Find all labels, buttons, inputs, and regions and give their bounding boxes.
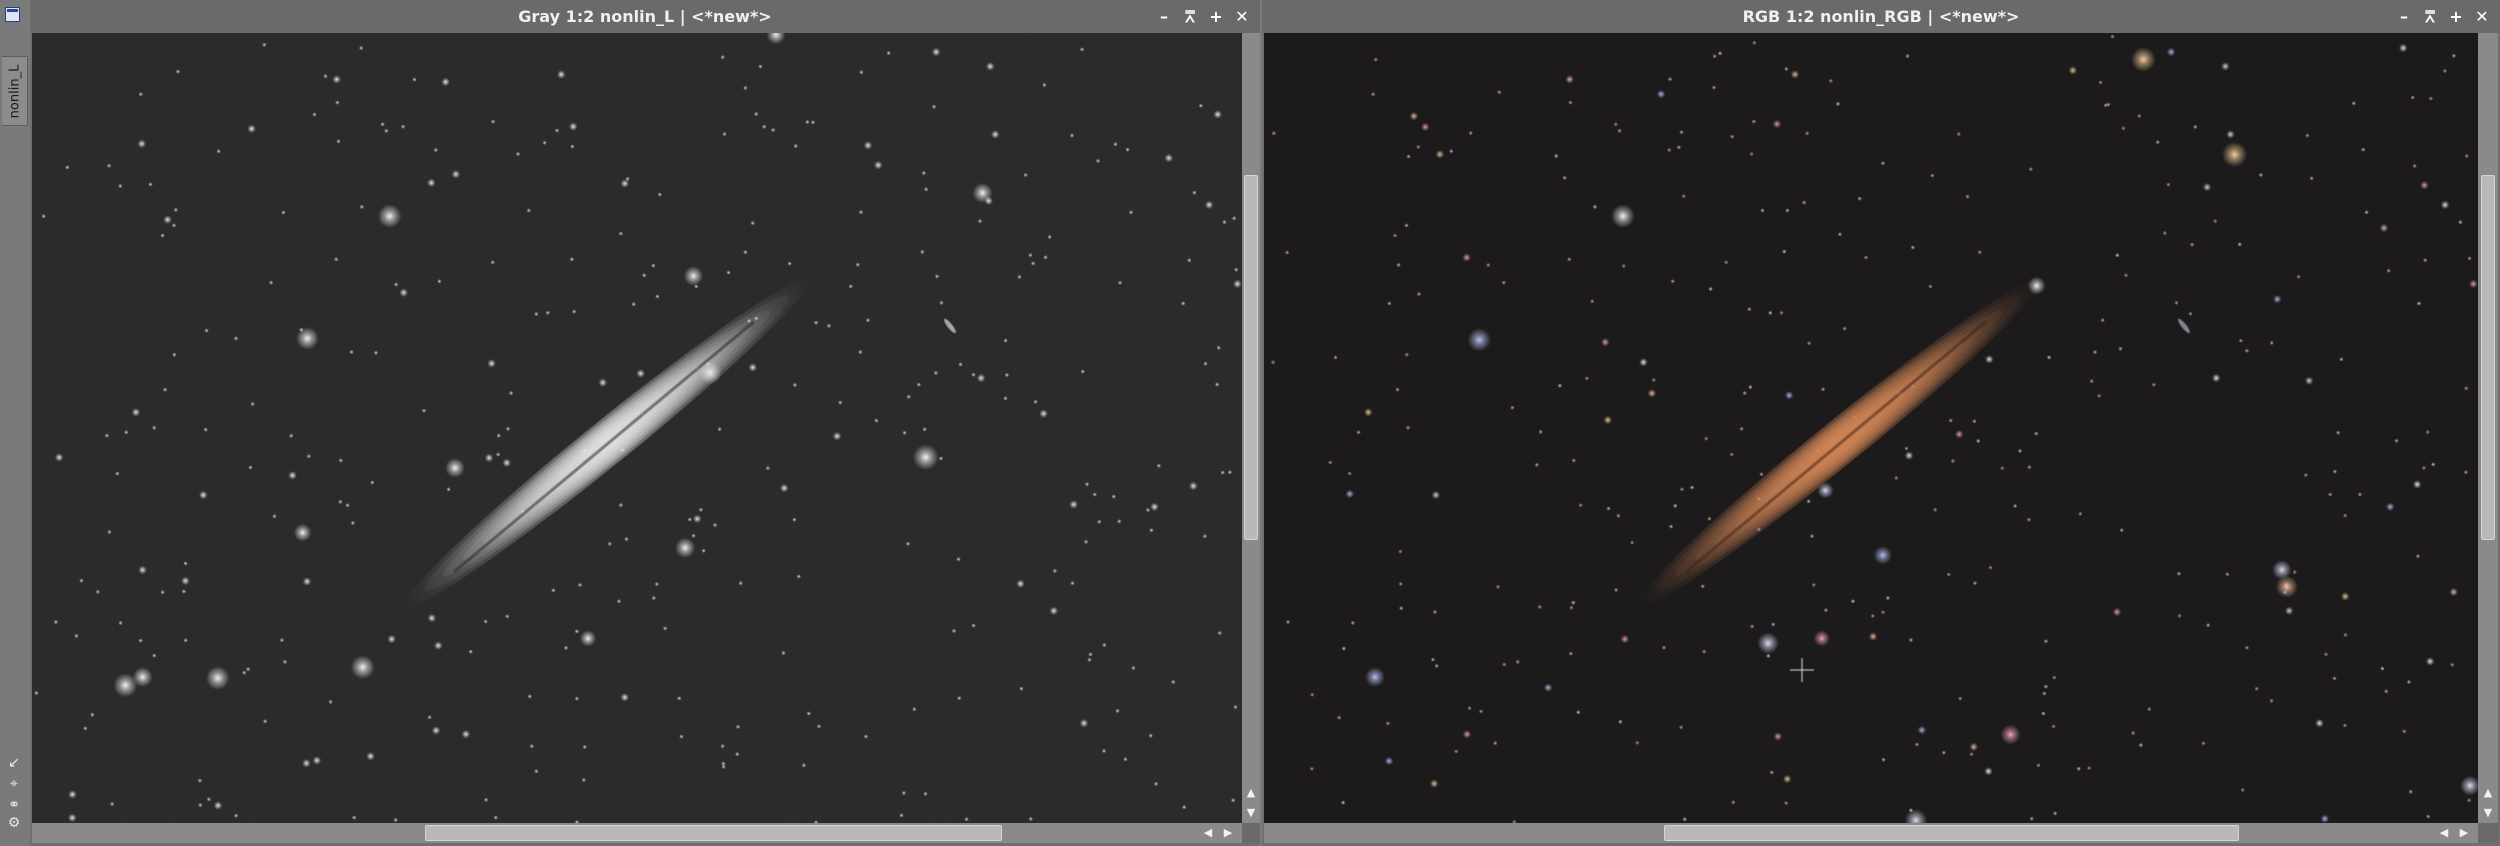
maximize-button[interactable]: + [1206,7,1226,27]
vertical-scroll-thumb[interactable] [2481,175,2495,540]
scroll-left-arrow[interactable]: ◀ [2436,825,2452,841]
scroll-down-arrow[interactable]: ▼ [1243,805,1259,821]
window-titlebar[interactable]: RGB 1:2 nonlin_RGB | <*new*> [1262,0,2500,33]
window-titlebar[interactable]: Gray 1:2 nonlin_L | <*new*> [30,0,1260,33]
shade-button[interactable]: ⩞ [1180,7,1200,27]
image-window-gray: Gray 1:2 nonlin_L | <*new*> – ⩞ + ✕ ▲ ▼ … [30,0,1260,846]
scroll-up-arrow[interactable]: ▲ [2480,785,2496,801]
scroll-left-arrow[interactable]: ◀ [1200,825,1216,841]
horizontal-scroll-thumb[interactable] [425,825,1002,841]
window-title: RGB 1:2 nonlin_RGB | <*new*> [1742,7,2020,26]
link-icon[interactable]: ⚭ [6,797,22,813]
shrink-icon[interactable]: ↙ [6,755,22,771]
explode-icon[interactable]: ⌖ [6,776,22,792]
horizontal-scrollbar[interactable]: ◀ ▶ [1264,823,2478,843]
image-viewport[interactable] [32,33,1242,823]
image-viewport[interactable] [1264,33,2478,823]
scroll-right-arrow[interactable]: ▶ [2456,825,2472,841]
scroll-corner [1242,823,1260,843]
window-controls: – ⩞ + ✕ [2394,0,2492,33]
maximize-button[interactable]: + [2446,7,2466,27]
shade-button[interactable]: ⩞ [2420,7,2440,27]
minimized-view-tab-label: nonlin_L [7,64,23,118]
scroll-up-arrow[interactable]: ▲ [1243,785,1259,801]
minimize-button[interactable]: – [1154,7,1174,27]
horizontal-scroll-thumb[interactable] [1664,825,2239,841]
close-button[interactable]: ✕ [1232,7,1252,27]
settings-icon[interactable]: ⚙ [6,815,22,831]
side-panel-strip: nonlin_L ↙ ⌖ ⚭ ⚙ [0,0,30,846]
minimized-view-tab[interactable]: nonlin_L [2,56,28,126]
astro-image-gray [32,33,1242,823]
window-icon[interactable] [5,7,20,22]
vertical-scroll-thumb[interactable] [1244,175,1258,540]
vertical-scrollbar[interactable]: ▲ ▼ [2478,33,2498,823]
astro-image-rgb [1264,33,2478,823]
minimize-button[interactable]: – [2394,7,2414,27]
close-button[interactable]: ✕ [2472,7,2492,27]
scroll-down-arrow[interactable]: ▼ [2480,805,2496,821]
window-controls: – ⩞ + ✕ [1154,0,1252,33]
scroll-corner [2478,823,2498,843]
scroll-right-arrow[interactable]: ▶ [1220,825,1236,841]
horizontal-scrollbar[interactable]: ◀ ▶ [32,823,1242,843]
vertical-scrollbar[interactable]: ▲ ▼ [1242,33,1260,823]
image-window-rgb: RGB 1:2 nonlin_RGB | <*new*> – ⩞ + ✕ ▲ ▼… [1262,0,2500,846]
window-title: Gray 1:2 nonlin_L | <*new*> [518,7,772,26]
